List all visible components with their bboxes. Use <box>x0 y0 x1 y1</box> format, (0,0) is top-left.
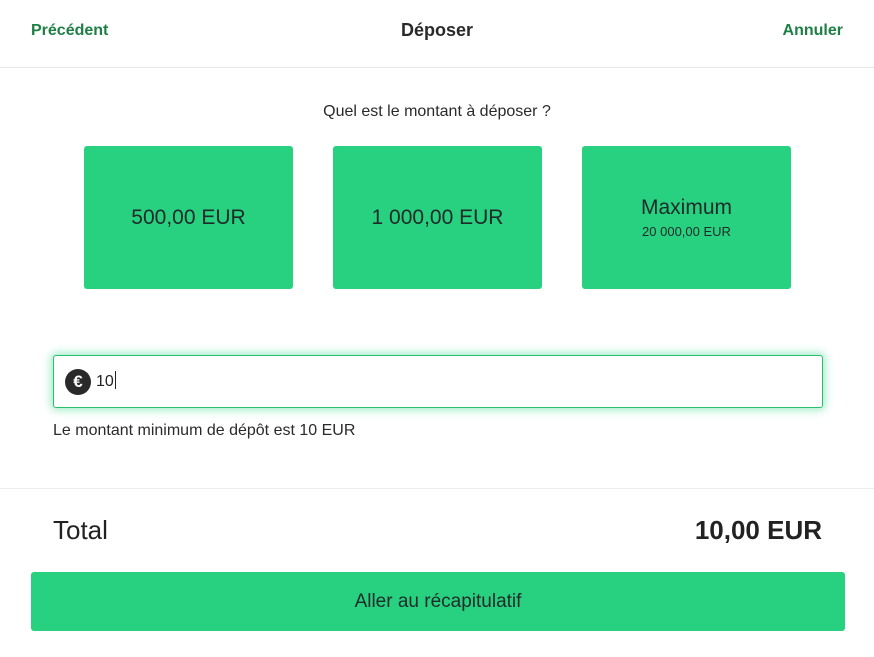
preset-label: Maximum <box>640 196 732 219</box>
amount-question: Quel est le montant à déposer ? <box>323 103 551 120</box>
amount-field[interactable]: € 10 <box>53 355 823 408</box>
preset-1000-button[interactable]: 1 000,00 EUR <box>333 146 542 289</box>
amount-value: 10 <box>96 373 114 390</box>
text-caret <box>114 371 116 389</box>
preset-maximum-button[interactable]: Maximum 20 000,00 EUR <box>582 146 791 289</box>
divider <box>0 488 874 489</box>
preset-label: 1 000,00 EUR <box>371 205 504 229</box>
top-bar: Précédent Déposer Annuler <box>0 0 874 68</box>
page-title: Déposer <box>400 20 474 40</box>
total-value: 10,00 EUR <box>694 515 822 545</box>
minimum-hint: Le montant minimum de dépôt est 10 EUR <box>53 422 356 439</box>
preset-label: 500,00 EUR <box>131 205 246 229</box>
preset-max-amount: 20 000,00 EUR <box>642 224 731 239</box>
euro-icon: € <box>65 369 91 395</box>
amount-input[interactable]: 10 <box>96 369 796 395</box>
preset-500-button[interactable]: 500,00 EUR <box>84 146 293 289</box>
cancel-button[interactable]: Annuler <box>783 22 843 40</box>
total-label: Total <box>53 515 108 545</box>
go-to-summary-button[interactable]: Aller au récapitulatif <box>31 572 845 631</box>
